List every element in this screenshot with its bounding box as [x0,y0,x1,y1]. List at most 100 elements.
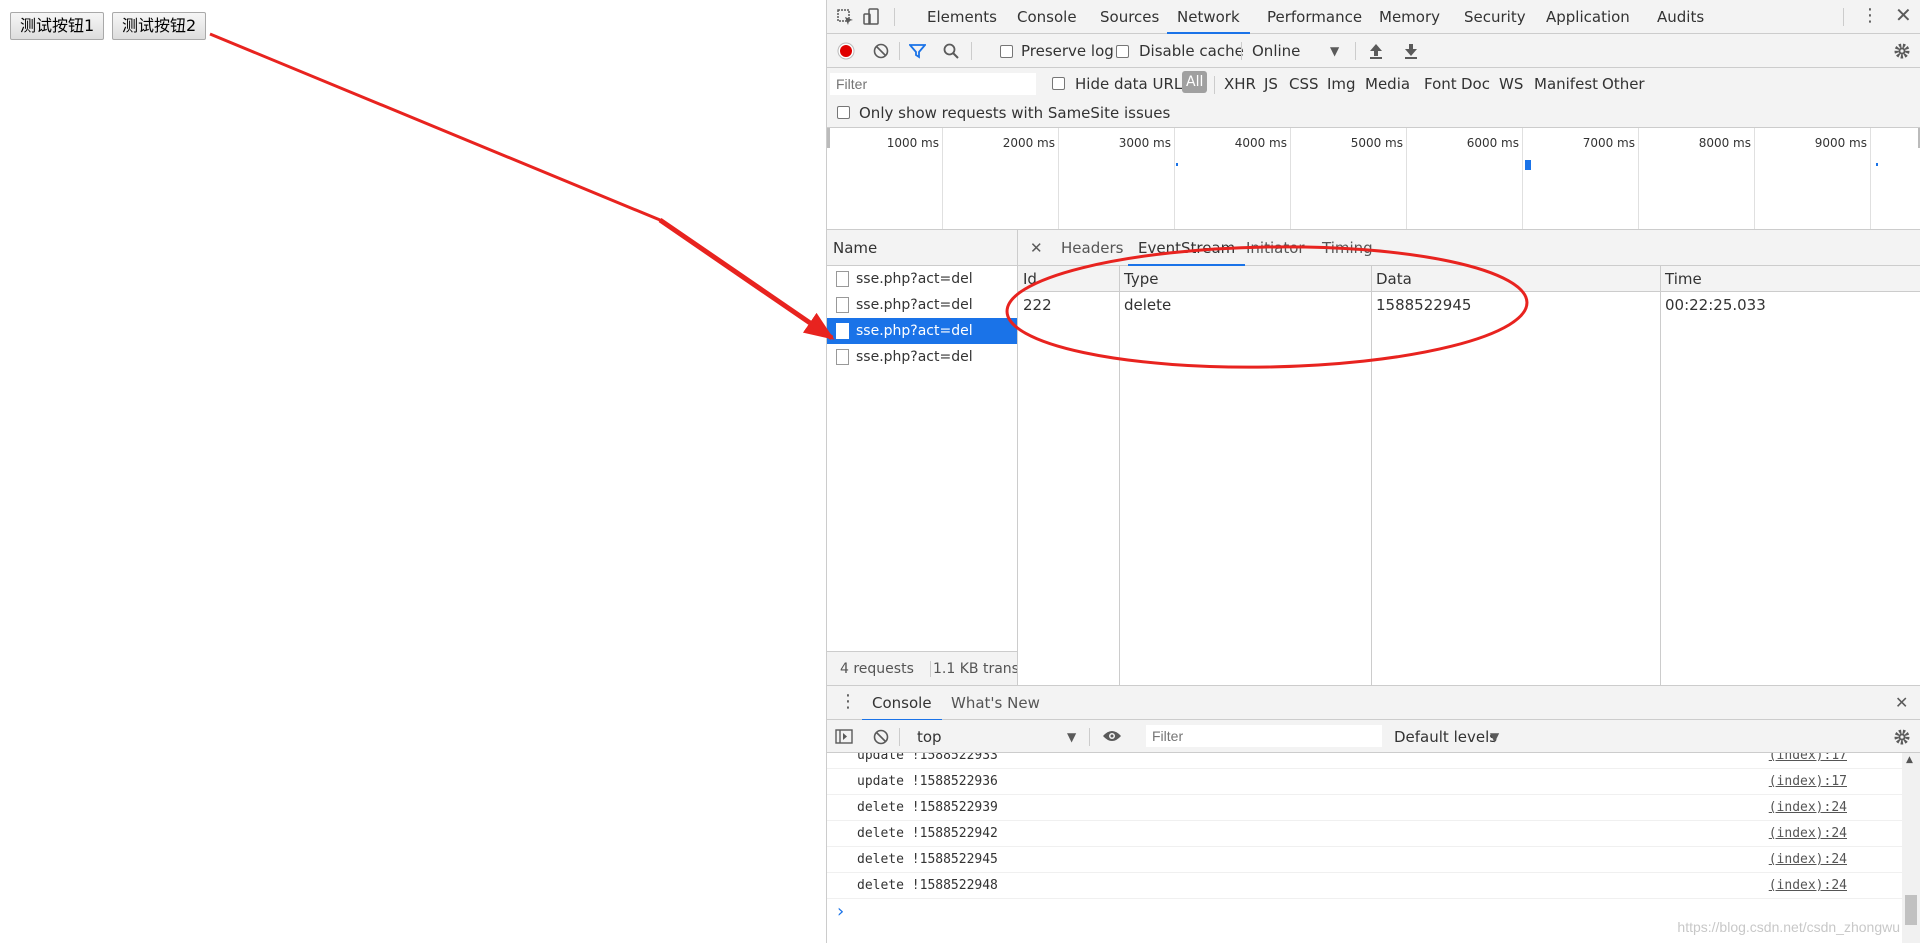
type-filter-img[interactable]: Img [1327,75,1356,93]
console-filter-input[interactable] [1145,724,1383,748]
type-filter-other[interactable]: Other [1602,75,1645,93]
inspect-element-icon[interactable] [837,9,855,30]
event-id-cell[interactable]: 222 [1018,292,1052,318]
tab-audits[interactable]: Audits [1657,0,1704,34]
samesite-checkbox[interactable] [837,106,850,119]
tab-sources[interactable]: Sources [1100,0,1159,34]
request-row[interactable]: sse.php?act=del [827,292,1017,318]
sidebar-toggle-icon[interactable] [835,729,853,747]
request-row-selected[interactable]: sse.php?act=del [827,318,1017,344]
network-settings-gear-icon[interactable] [1893,42,1911,63]
tab-security[interactable]: Security [1464,0,1526,34]
disable-cache-label: Disable cache [1139,42,1244,60]
console-scrollbar[interactable]: ▲ [1902,753,1920,943]
type-filter-media[interactable]: Media [1365,75,1410,93]
scroll-up-arrow-icon[interactable]: ▲ [1906,755,1913,765]
throttling-select[interactable]: Online [1252,42,1300,60]
tab-eventstream[interactable]: EventStream [1128,230,1246,266]
source-link[interactable]: (index):17 [1769,769,1847,795]
more-options-icon[interactable]: ⋮ [1861,7,1879,25]
context-selector[interactable]: top [917,728,942,746]
type-filter-manifest[interactable]: Manifest [1534,75,1598,93]
request-row[interactable]: sse.php?act=del [827,344,1017,370]
device-toolbar-icon[interactable] [863,8,881,29]
import-har-icon[interactable] [1368,42,1384,63]
type-filter-doc[interactable]: Doc [1461,75,1490,93]
name-column-header[interactable]: Name [827,230,1017,266]
event-type-cell[interactable]: delete [1119,292,1171,318]
tab-network[interactable]: Network [1167,0,1250,34]
column-time[interactable]: Time [1660,266,1920,292]
console-settings-gear-icon[interactable] [1893,728,1911,749]
tab-elements[interactable]: Elements [927,0,997,34]
chevron-down-icon: ▼ [1067,730,1077,744]
clear-console-icon[interactable] [873,729,889,748]
console-prompt[interactable]: › [837,899,844,925]
close-details-icon[interactable]: ✕ [1030,240,1043,256]
column-data[interactable]: Data [1371,266,1660,292]
column-id[interactable]: Id [1018,266,1119,292]
scrollbar-thumb[interactable] [1905,895,1917,925]
type-filter-all[interactable]: All [1182,71,1208,93]
timeline-tick: 8000 ms [1698,136,1751,150]
devtools-panel: Elements Console Sources Network Perform… [826,0,1920,943]
console-log-row: delete !1588522948 (index):24 [827,873,1903,899]
log-levels-dropdown[interactable]: Default levels [1394,728,1497,746]
request-list: Name sse.php?act=del sse.php?act=del sse… [827,230,1018,685]
test-button-1[interactable]: 测试按钮1 [10,12,105,40]
timeline-tick: 5000 ms [1350,136,1403,150]
type-filter-css[interactable]: CSS [1289,75,1319,93]
source-link[interactable]: (index):24 [1769,821,1847,847]
timeline-tick: 2000 ms [1002,136,1055,150]
source-link[interactable]: (index):24 [1769,873,1847,899]
search-icon[interactable] [943,43,959,62]
tab-initiator[interactable]: Initiator [1246,230,1305,266]
source-link[interactable]: (index):17 [1769,753,1847,769]
tab-timing[interactable]: Timing [1322,230,1373,266]
timeline-tick: 1000 ms [886,136,939,150]
tab-application[interactable]: Application [1546,0,1630,34]
console-output: update !1588522933 (index):17 update !15… [827,753,1920,943]
clear-icon[interactable] [873,43,889,62]
export-har-icon[interactable] [1403,42,1419,63]
preserve-log-checkbox[interactable] [1000,45,1013,58]
console-log-row: delete !1588522945 (index):24 [827,847,1903,873]
event-data-cell[interactable]: 1588522945 [1371,292,1471,318]
drawer-tab-whats-new[interactable]: What's New [951,686,1040,721]
disable-cache-checkbox[interactable] [1116,45,1129,58]
record-icon[interactable] [837,42,855,63]
timeline-tick: 6000 ms [1466,136,1519,150]
eventstream-table: Id Type Data Time 222 delete 1588522945 … [1018,266,1920,685]
network-overview-timeline[interactable]: 1000 ms 2000 ms 3000 ms 4000 ms 5000 ms … [827,128,1920,230]
live-expression-eye-icon[interactable] [1102,729,1122,746]
preserve-log-label: Preserve log [1021,42,1114,60]
event-time-cell[interactable]: 00:22:25.033 [1660,292,1766,318]
console-toolbar: top ▼ Default levels ▼ [827,720,1920,753]
drawer-menu-icon[interactable]: ⋮ [839,693,857,711]
drawer-tab-console[interactable]: Console [862,686,942,721]
request-count: 4 requests [840,661,914,677]
type-filter-font[interactable]: Font [1424,75,1457,93]
test-button-2[interactable]: 测试按钮2 [112,12,207,40]
request-row[interactable]: sse.php?act=del [827,266,1017,292]
source-link[interactable]: (index):24 [1769,847,1847,873]
close-devtools-icon[interactable]: ✕ [1895,5,1912,25]
type-filter-js[interactable]: JS [1264,75,1278,93]
hide-data-urls-checkbox[interactable] [1052,77,1065,90]
tab-memory[interactable]: Memory [1379,0,1440,34]
close-drawer-icon[interactable]: ✕ [1895,695,1908,711]
type-filter-ws[interactable]: WS [1499,75,1523,93]
column-type[interactable]: Type [1119,266,1371,292]
tab-console[interactable]: Console [1017,0,1077,34]
filter-input[interactable] [829,72,1037,96]
hide-data-urls-label: Hide data URLs [1075,75,1191,93]
timeline-tick: 7000 ms [1582,136,1635,150]
type-filter-xhr[interactable]: XHR [1224,75,1256,93]
timeline-tick: 4000 ms [1234,136,1287,150]
tab-performance[interactable]: Performance [1267,0,1362,34]
filter-icon[interactable] [908,43,927,62]
tab-headers[interactable]: Headers [1061,230,1123,266]
source-link[interactable]: (index):24 [1769,795,1847,821]
devtools-tab-bar: Elements Console Sources Network Perform… [827,0,1920,34]
request-details: ✕ Headers EventStream Initiator Timing I… [1018,230,1920,685]
